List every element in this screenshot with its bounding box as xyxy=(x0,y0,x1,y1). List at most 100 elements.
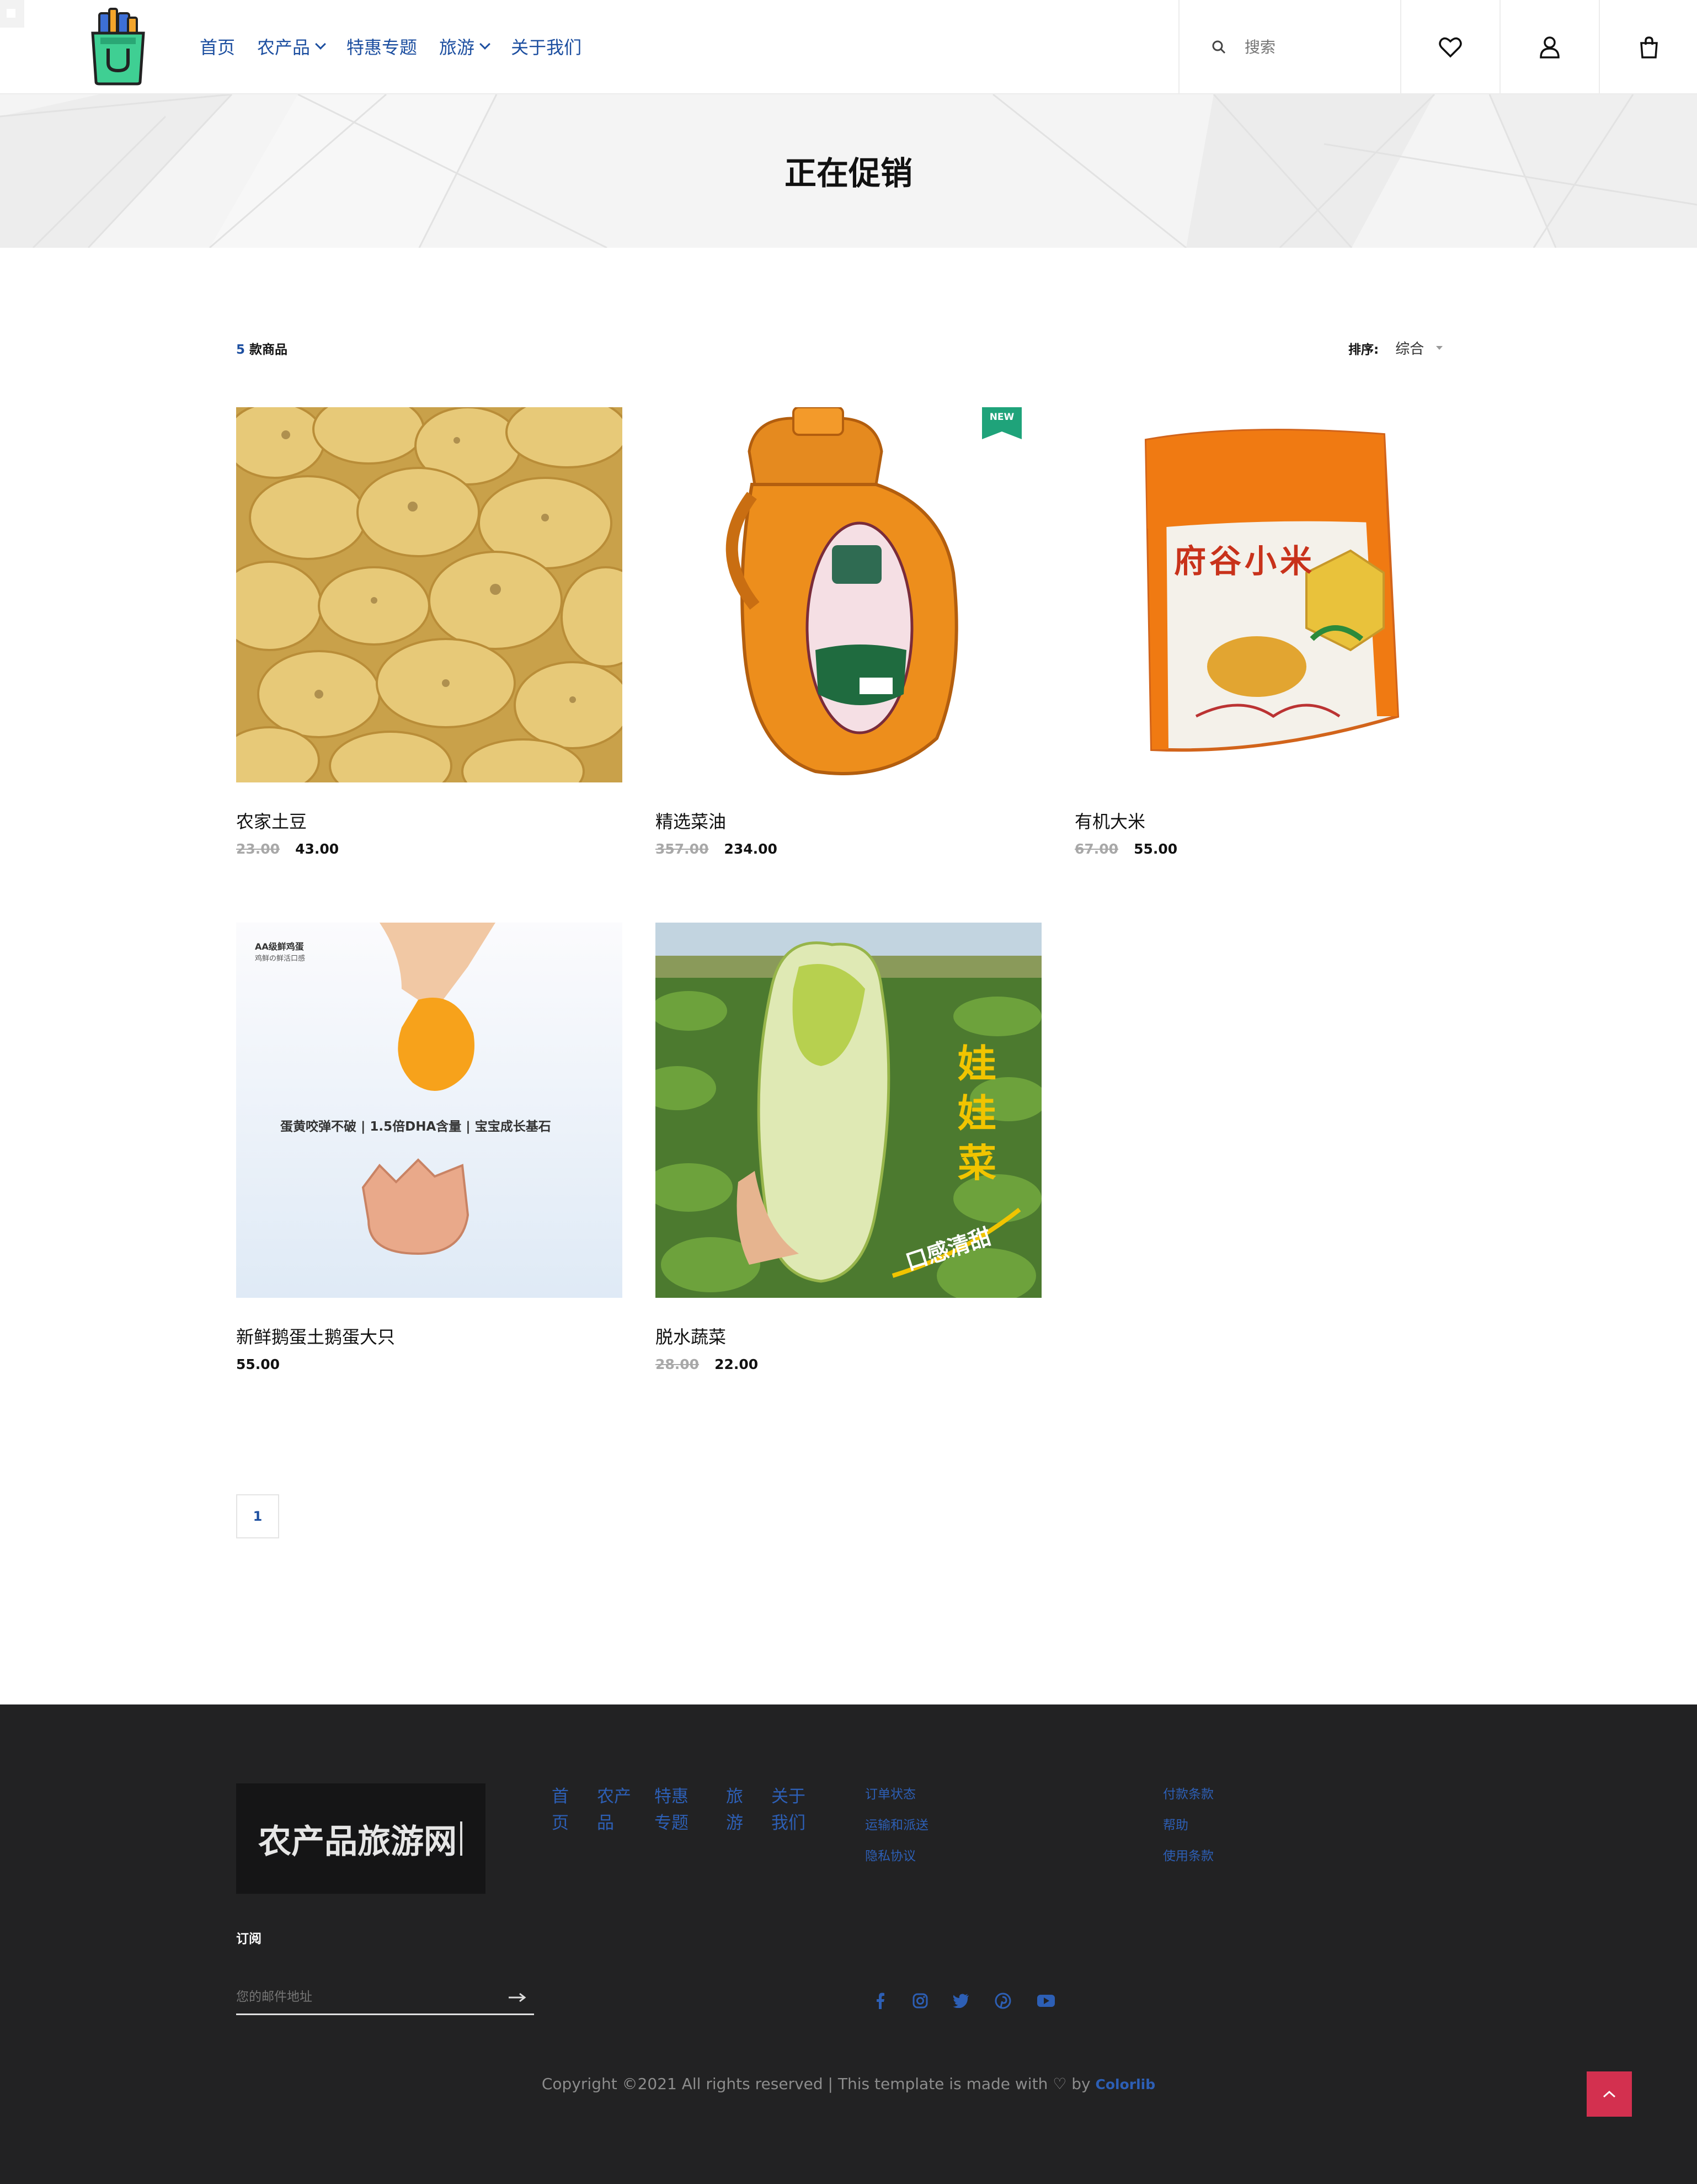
subscribe-form xyxy=(236,1984,534,2015)
subscribe-title: 订阅 xyxy=(236,1932,262,1946)
cabbage-title-3: 菜 xyxy=(958,1141,996,1186)
chevron-down-icon xyxy=(315,39,326,50)
product-prices: 55.00 xyxy=(236,1356,280,1372)
footer-nav-products[interactable]: 农产品 xyxy=(597,1783,633,1836)
product-image[interactable]: 府谷小米 xyxy=(1075,407,1461,782)
heart-icon xyxy=(1439,37,1462,57)
youtube-icon[interactable] xyxy=(1035,1990,1057,2012)
footer-nav-specials[interactable]: 特惠专题 xyxy=(654,1783,693,1836)
nav-item-products[interactable]: 农产品 xyxy=(257,34,326,59)
instagram-icon[interactable] xyxy=(909,1990,931,2012)
colorlib-link[interactable]: Colorlib xyxy=(1095,2076,1155,2092)
egg-caption: 蛋黄咬弹不破 | 1.5倍DHA含量 | 宝宝成长基石 xyxy=(280,1120,551,1134)
product-old-price: 357.00 xyxy=(655,841,709,857)
copyright-by: by xyxy=(1071,2075,1091,2093)
chevron-down-icon xyxy=(479,39,490,50)
product-image[interactable]: NEW xyxy=(655,407,1042,782)
product-count-number: 5 xyxy=(236,343,246,357)
page: 首页 农产品 特惠专题 旅游 关于我们 搜索 正在促销 5 款商品 排序: 综合… xyxy=(0,0,1697,2184)
product-prices: 23.00 43.00 xyxy=(236,841,339,857)
nav-item-label: 特惠专题 xyxy=(346,37,418,58)
product-old-price: 28.00 xyxy=(655,1356,700,1372)
chevron-down-icon xyxy=(1436,346,1443,350)
sort-select[interactable]: 综合 xyxy=(1395,338,1443,358)
sort-control: 排序: 综合 xyxy=(1348,338,1443,358)
footer-nav-about[interactable]: 关于我们 xyxy=(771,1783,810,1836)
twitter-icon[interactable] xyxy=(950,1990,972,2012)
nav-item-about[interactable]: 关于我们 xyxy=(511,34,581,59)
nav-item-label: 旅游 xyxy=(439,37,475,58)
product-price: 234.00 xyxy=(724,841,777,857)
back-to-top-button[interactable] xyxy=(1587,2071,1632,2117)
footer-link-help[interactable]: 帮助 xyxy=(1163,1814,1188,1833)
nav-item-home[interactable]: 首页 xyxy=(200,34,235,59)
product-price: 43.00 xyxy=(295,841,339,857)
logo-icon[interactable] xyxy=(87,6,149,86)
footer-logo[interactable]: 农产品旅游网 xyxy=(236,1783,485,1894)
heart-icon: ♡ xyxy=(1053,2075,1067,2093)
footer-link-payment-terms[interactable]: 付款条款 xyxy=(1163,1783,1214,1802)
page-banner: 正在促销 xyxy=(0,94,1697,248)
potatoes-image xyxy=(236,407,622,782)
account-button[interactable] xyxy=(1499,0,1599,94)
product-name[interactable]: 有机大米 xyxy=(1075,808,1461,833)
cart-button[interactable] xyxy=(1599,0,1697,94)
footer-link-privacy[interactable]: 隐私协议 xyxy=(865,1845,916,1864)
product-prices: 67.00 55.00 xyxy=(1075,841,1177,857)
product-name[interactable]: 脱水蔬菜 xyxy=(655,1323,1042,1349)
footer-nav-home[interactable]: 首页 xyxy=(552,1783,574,1836)
footer-logo-text: 农产品旅游网 xyxy=(258,1822,457,1861)
new-badge-label: NEW xyxy=(989,412,1015,423)
product-old-price: 67.00 xyxy=(1075,841,1119,857)
chevron-up-icon xyxy=(1603,2090,1616,2098)
site-header: 首页 农产品 特惠专题 旅游 关于我们 xyxy=(0,0,1697,94)
main-nav: 首页 农产品 特惠专题 旅游 关于我们 xyxy=(200,33,604,60)
egg-tag-label: AA级鲜鸡蛋 xyxy=(255,941,304,952)
product-prices: 28.00 22.00 xyxy=(655,1356,758,1372)
footer-nav-travel[interactable]: 旅游 xyxy=(726,1783,748,1836)
nav-item-travel[interactable]: 旅游 xyxy=(439,34,490,59)
product-prices: 357.00 234.00 xyxy=(655,841,777,857)
product-price: 55.00 xyxy=(1134,841,1178,857)
footer-link-order-status[interactable]: 订单状态 xyxy=(865,1783,916,1802)
product-count-suffix: 款商品 xyxy=(249,343,288,357)
footer-link-terms[interactable]: 使用条款 xyxy=(1163,1845,1214,1864)
search-input[interactable] xyxy=(1245,34,1388,60)
pinterest-icon[interactable] xyxy=(992,1990,1014,2012)
pagination-page[interactable]: 1 xyxy=(236,1494,279,1538)
facebook-icon[interactable] xyxy=(869,1990,892,2012)
oil-bottle-image xyxy=(655,407,1042,782)
rice-bag-title: 府谷小米 xyxy=(1174,542,1316,580)
rice-bag-image xyxy=(1075,407,1461,782)
nav-item-label: 农产品 xyxy=(257,37,311,58)
product-name[interactable]: 精选菜油 xyxy=(655,808,1042,833)
product-name[interactable]: 新鲜鹅蛋土鹅蛋大只 xyxy=(236,1323,622,1349)
shopping-bag-icon xyxy=(1640,36,1658,58)
product-price: 55.00 xyxy=(236,1356,280,1372)
product-image[interactable]: AA级鲜鸡蛋 鸡鲜の鲜活口感 蛋黄咬弹不破 | 1.5倍DHA含量 | 宝宝成长… xyxy=(236,923,622,1298)
sort-label: 排序: xyxy=(1348,342,1379,357)
search-box xyxy=(1178,0,1400,94)
product-name[interactable]: 农家土豆 xyxy=(236,808,622,833)
email-field[interactable] xyxy=(236,1984,490,2010)
product-image[interactable]: 娃 娃 菜 口感清甜 xyxy=(655,923,1042,1298)
cabbage-title-1: 娃 xyxy=(958,1041,996,1086)
search-icon[interactable] xyxy=(1212,40,1226,54)
product-price: 22.00 xyxy=(714,1356,759,1372)
sort-value: 综合 xyxy=(1395,341,1424,358)
footer-link-shipping[interactable]: 运输和派送 xyxy=(865,1814,928,1833)
eggs-image xyxy=(236,923,622,1298)
nav-item-specials[interactable]: 特惠专题 xyxy=(346,34,417,59)
wishlist-button[interactable] xyxy=(1400,0,1499,94)
copyright-text: Copyright ©2021 All rights reserved | Th… xyxy=(541,2075,1048,2093)
arrow-right-icon[interactable] xyxy=(508,1992,526,2003)
product-image[interactable] xyxy=(236,407,622,782)
nav-item-label: 关于我们 xyxy=(511,37,582,58)
egg-tag-sub: 鸡鲜の鲜活口感 xyxy=(255,955,306,963)
product-old-price: 23.00 xyxy=(236,841,280,857)
copyright: Copyright ©2021 All rights reserved | Th… xyxy=(0,2075,1697,2093)
page-title: 正在促销 xyxy=(784,155,912,192)
corner-box xyxy=(0,0,24,28)
nav-item-label: 首页 xyxy=(200,37,236,58)
cabbage-title-2: 娃 xyxy=(958,1091,996,1136)
